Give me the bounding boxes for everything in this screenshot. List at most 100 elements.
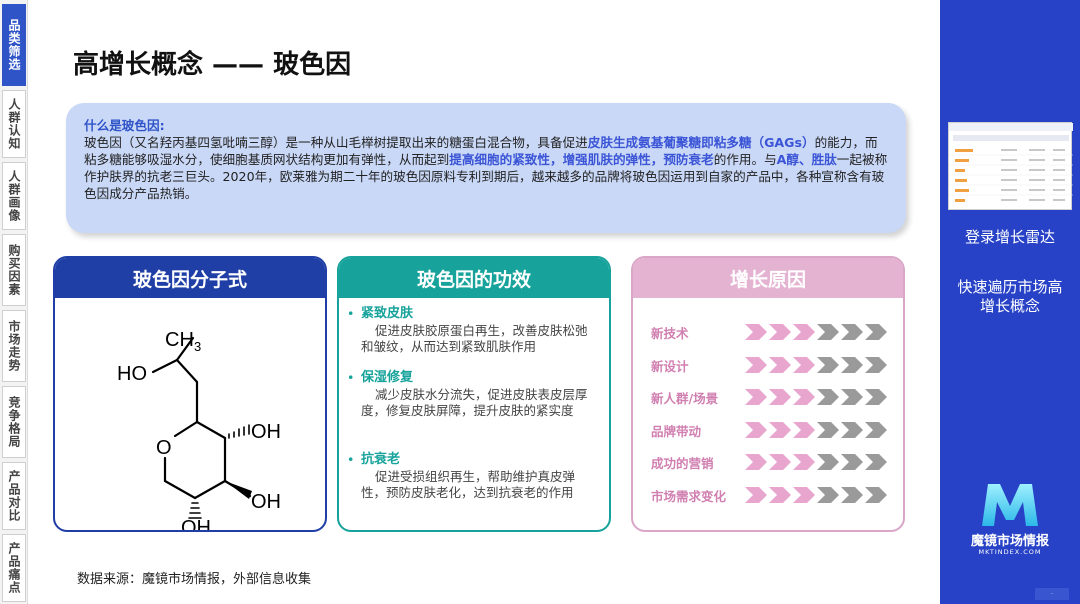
chevron-arrow-icon [745, 356, 767, 373]
intro-highlight: 提高细胞的紧致性，增强肌肤的弹性，预防衰老 [449, 152, 714, 167]
chevron-arrow-icon [769, 486, 791, 503]
chevron-arrow-icon [865, 389, 887, 405]
chevron-arrow-icon [841, 421, 863, 438]
efficacy-item-desc: 促进受损组织再生，帮助维护真皮弹性，预防皮肤老化，达到抗衰老的作用 [361, 468, 576, 501]
efficacy-item: • 保湿修复 减少皮肤水分流失，促进皮肤表皮层厚度，修复皮肤屏障，提升皮肤的紧实… [347, 370, 593, 420]
chevron-arrow-icon [769, 389, 791, 405]
growth-reason-row: 新人群/场景 [651, 387, 895, 407]
bond [151, 358, 179, 374]
efficacy-item-title: 保湿修复 [361, 370, 414, 385]
nav-item-market-trend[interactable]: 市场走势 [2, 310, 26, 382]
chevron-arrow-icon [793, 486, 815, 503]
bond [163, 479, 197, 500]
intro-text: 玻色因（又名羟丙基四氢吡喃三醇）是一种从山毛榉树提取出来的糖蛋白混合物，具备促进… [84, 134, 888, 202]
nav-label: 人群认知 [7, 98, 21, 150]
nav-label: 竞争格局 [7, 396, 21, 448]
bullet-icon: • [347, 306, 355, 321]
chevron-arrow-icon [745, 421, 767, 438]
chevron-arrow-icon [793, 356, 815, 373]
growth-reason-label: 新技术 [651, 326, 689, 341]
growth-reasons-card: 增长原因 新技术新设计新人群/场景品牌带动成功的营销市场需求变化 [631, 256, 905, 532]
nav-label: 购买因素 [7, 244, 21, 296]
chevron-arrow-icon [769, 421, 791, 438]
nav-item-product-pain-points[interactable]: 产品痛点 [2, 534, 26, 602]
ch3-subscript: 3 [194, 339, 201, 354]
chevron-arrow-icon [769, 324, 791, 340]
bond [173, 420, 199, 438]
chevron-arrow-icon [745, 324, 767, 340]
growth-reason-row: 新技术 [651, 322, 895, 342]
bullet-icon: • [347, 370, 355, 385]
data-source-note: 数据来源：魔镜市场情报，外部信息收集 [77, 572, 312, 587]
growth-card-title: 增长原因 [633, 258, 903, 298]
oh-label: OH [181, 517, 211, 530]
nav-item-purchase-factors[interactable]: 购买因素 [2, 234, 26, 306]
efficacy-item-title: 抗衰老 [361, 452, 401, 467]
oh-label: OH [251, 421, 281, 443]
chevron-arrow-icon [793, 454, 815, 470]
growth-reason-row: 市场需求变化 [651, 485, 895, 505]
efficacy-item-desc: 减少皮肤水分流失，促进皮肤表皮层厚度，修复皮肤屏障，提升皮肤的紧实度 [361, 386, 588, 419]
nav-label: 产品痛点 [7, 542, 21, 594]
chevron-arrow-icon [841, 389, 863, 405]
nav-item-crowd-awareness[interactable]: 人群认知 [2, 90, 26, 158]
nav-label: 品类筛选 [7, 19, 21, 71]
molecule-card: 玻色因分子式 CH 3 HO O OH OH OH [53, 256, 327, 532]
intro-heading: 什么是玻色因: [84, 118, 165, 133]
chevron-arrow-icon [841, 454, 863, 470]
page-number-badge: · [1035, 588, 1069, 600]
chevron-arrow-icon [745, 454, 767, 470]
chevron-arrow-icon [769, 454, 791, 470]
chevron-arrow-icon [865, 421, 887, 438]
growth-level-arrows [745, 389, 887, 405]
molecule-structure-diagram: CH 3 HO O OH OH OH [117, 329, 281, 530]
ch3-label: CH [165, 329, 194, 351]
bond [193, 479, 227, 500]
growth-level-arrows [745, 356, 887, 373]
right-promo-panel: 登录增长雷达 快速遍历市场高增长概念 魔镜市场情报 MKTINDEX.COM [940, 0, 1080, 604]
intro-highlight: 皮肤生成氨基葡聚糖即粘多糖（GAGs） [587, 135, 815, 150]
chevron-arrow-icon [865, 324, 887, 340]
chevron-arrow-icon [865, 486, 887, 503]
growth-level-arrows [745, 324, 887, 340]
bond [195, 420, 227, 440]
chevron-arrow-icon [817, 324, 839, 340]
growth-reason-label: 成功的营销 [651, 456, 714, 471]
efficacy-item-desc: 促进皮肤胶原蛋白再生，改善皮肤松弛和皱纹，从而达到紧致肌肤作用 [361, 322, 588, 355]
nav-item-competition[interactable]: 竞争格局 [2, 386, 26, 458]
left-nav: 品类筛选 人群认知 人群画像 购买因素 市场走势 竞争格局 产品对比 产品痛点 [0, 0, 28, 604]
molecule-card-title: 玻色因分子式 [55, 258, 325, 298]
nav-item-category-filter[interactable]: 品类筛选 [2, 4, 26, 86]
intro-box: 什么是玻色因: 玻色因（又名羟丙基四氢吡喃三醇）是一种从山毛榉树提取出来的糖蛋白… [66, 103, 906, 233]
chevron-arrow-icon [745, 389, 767, 405]
brand-logo-icon [982, 484, 1038, 526]
chevron-arrow-icon [865, 454, 887, 470]
growth-reason-row: 成功的营销 [651, 452, 895, 472]
growth-reason-label: 新设计 [651, 358, 689, 374]
chevron-arrow-icon [793, 389, 815, 405]
chevron-arrow-icon [769, 356, 791, 373]
growth-reason-row: 新设计 [651, 355, 895, 375]
bullet-icon: • [347, 452, 355, 467]
oh-label: OH [251, 491, 281, 513]
growth-level-arrows [745, 454, 887, 470]
login-growth-radar-link[interactable]: 登录增长雷达 [940, 228, 1080, 247]
growth-radar-thumbnail[interactable] [948, 122, 1073, 210]
growth-level-arrows [745, 421, 887, 438]
chevron-arrow-icon [817, 486, 839, 503]
brand-name: 魔镜市场情报 [970, 534, 1049, 549]
efficacy-item: • 紧致皮肤 促进皮肤胶原蛋白再生，改善皮肤松弛和皱纹，从而达到紧致肌肤作用 [347, 306, 593, 356]
growth-reason-label: 品牌带动 [651, 423, 702, 439]
chevron-arrow-icon [841, 356, 863, 373]
nav-label: 产品对比 [7, 470, 21, 522]
chevron-arrow-icon [841, 486, 863, 503]
table-preview-image [949, 123, 1073, 202]
chevron-arrow-icon [817, 421, 839, 438]
bond [175, 358, 199, 384]
chevron-arrow-icon [817, 356, 839, 373]
growth-level-arrows [745, 486, 887, 503]
nav-item-crowd-profile[interactable]: 人群画像 [2, 162, 26, 230]
brand-url: MKTINDEX.COM [978, 548, 1042, 556]
nav-item-product-compare[interactable]: 产品对比 [2, 462, 26, 530]
ho-label: HO [117, 363, 147, 385]
